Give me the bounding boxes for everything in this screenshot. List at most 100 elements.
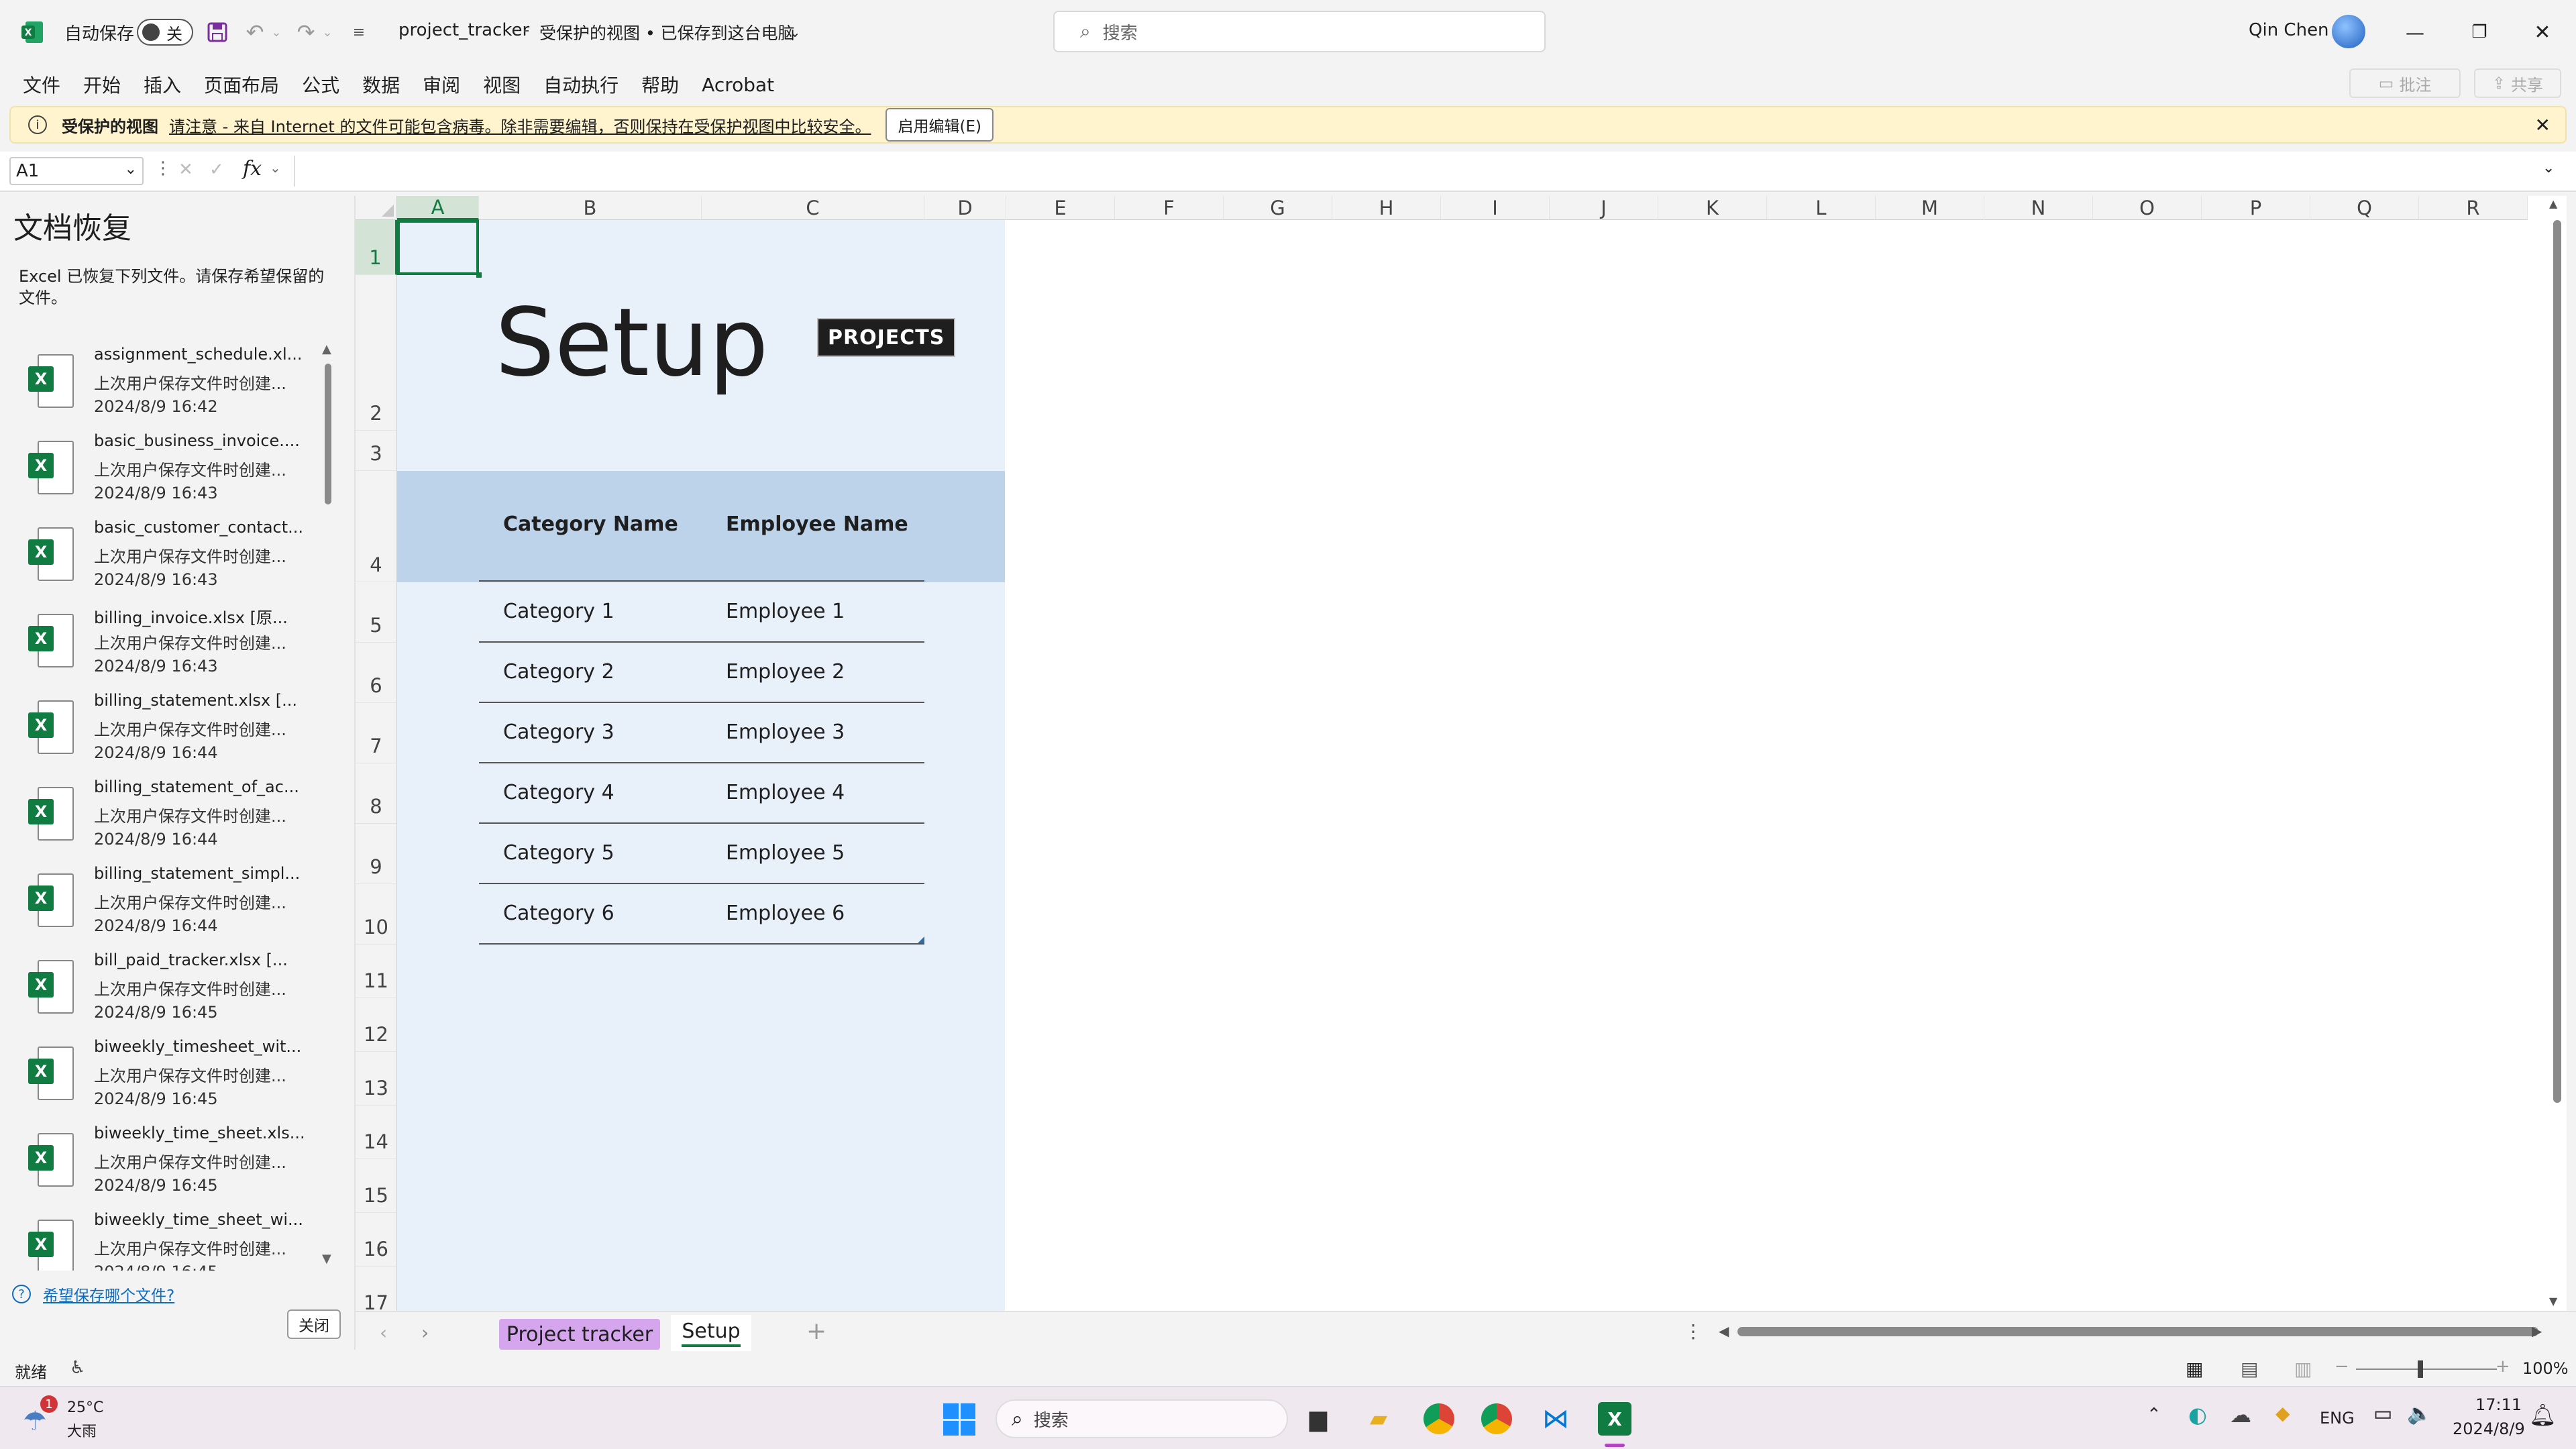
column-header[interactable]: J xyxy=(1550,196,1658,220)
document-status[interactable]: 受保护的视图 • 已保存到这台电脑 xyxy=(539,20,795,44)
column-header[interactable]: C xyxy=(702,196,924,220)
vertical-scrollbar-thumb[interactable] xyxy=(2553,220,2561,1103)
recovered-file-item[interactable]: Xbilling_statement.xlsx [... 上次用户保存文件时创建.… xyxy=(0,691,322,777)
table-resize-handle[interactable] xyxy=(918,936,924,943)
tray-app-icon[interactable]: ◆ xyxy=(2275,1402,2290,1424)
row-header[interactable]: 2 xyxy=(356,275,397,431)
prev-sheet-icon[interactable]: ‹ xyxy=(380,1322,387,1344)
scroll-left-icon[interactable]: ◀ xyxy=(1719,1323,1729,1339)
row-header[interactable]: 5 xyxy=(356,582,397,643)
menu-item[interactable]: Acrobat xyxy=(702,74,774,96)
select-all-corner[interactable] xyxy=(356,196,397,220)
row-header[interactable]: 4 xyxy=(356,471,397,582)
recovered-file-item[interactable]: Xbilling_statement_simpl... 上次用户保存文件时创建..… xyxy=(0,864,322,951)
volume-icon[interactable]: 🔈 xyxy=(2407,1402,2432,1426)
selected-cell-a1[interactable] xyxy=(397,220,479,275)
normal-view-icon[interactable]: ▦ xyxy=(2186,1358,2203,1380)
row-header[interactable]: 14 xyxy=(356,1106,397,1159)
tab-project-tracker[interactable]: Project tracker xyxy=(499,1319,660,1350)
row-header[interactable]: 12 xyxy=(356,998,397,1052)
column-header[interactable]: H xyxy=(1332,196,1441,220)
more-options-icon[interactable]: ⋮ xyxy=(1684,1320,1703,1342)
column-header[interactable]: L xyxy=(1767,196,1876,220)
row-header[interactable]: 7 xyxy=(356,703,397,763)
column-header[interactable]: R xyxy=(2419,196,2528,220)
column-header[interactable]: M xyxy=(1876,196,1984,220)
scroll-down-icon[interactable]: ▼ xyxy=(322,1252,331,1266)
tab-setup[interactable]: Setup xyxy=(671,1315,751,1351)
function-icon[interactable]: fx xyxy=(243,157,262,180)
name-box[interactable]: A1 ⌄ xyxy=(9,157,144,185)
column-header[interactable]: I xyxy=(1441,196,1550,220)
menu-item[interactable]: 审阅 xyxy=(423,71,460,98)
row-header[interactable]: 3 xyxy=(356,431,397,471)
scroll-up-icon[interactable]: ▲ xyxy=(322,342,331,356)
document-title[interactable]: project_tracker xyxy=(398,20,529,40)
menu-item[interactable]: 自动执行 xyxy=(543,71,619,98)
close-icon[interactable]: ✕ xyxy=(2522,16,2563,48)
row-header[interactable]: 17 xyxy=(356,1267,397,1311)
undo-icon[interactable]: ↶ xyxy=(241,19,268,46)
search-box[interactable]: ⌕ 搜索 xyxy=(1053,11,1546,52)
onedrive-icon[interactable]: ☁ xyxy=(2230,1402,2251,1428)
column-header[interactable]: D xyxy=(924,196,1006,220)
column-header[interactable]: Q xyxy=(2310,196,2419,220)
row-header[interactable]: 10 xyxy=(356,884,397,945)
recovered-file-item[interactable]: Xbasic_customer_contact... 上次用户保存文件时创建...… xyxy=(0,518,322,604)
customize-toolbar-icon[interactable]: ≡ xyxy=(349,20,369,44)
table-row[interactable]: Category 1 Employee 1 xyxy=(479,582,924,643)
row-header[interactable]: 1 xyxy=(356,220,397,275)
menu-item[interactable]: 插入 xyxy=(144,71,181,98)
excel-taskbar-icon[interactable]: X xyxy=(1598,1402,1631,1436)
display-icon[interactable]: ▭ xyxy=(2373,1402,2392,1426)
recovered-file-item[interactable]: Xbasic_business_invoice.... 上次用户保存文件时创建..… xyxy=(0,431,322,518)
help-link[interactable]: ? 希望保存哪个文件? xyxy=(12,1283,174,1305)
menu-item[interactable]: 数据 xyxy=(362,71,400,98)
comments-button[interactable]: ▭ 批注 xyxy=(2349,68,2461,98)
table-row[interactable]: Category 6 Employee 6 xyxy=(479,884,924,945)
table-row[interactable]: Category 5 Employee 5 xyxy=(479,824,924,884)
recovered-file-item[interactable]: Xbiweekly_time_sheet.xls... 上次用户保存文件时创建..… xyxy=(0,1124,322,1210)
menu-item[interactable]: 页面布局 xyxy=(204,71,279,98)
table-row[interactable]: Category 2 Employee 2 xyxy=(479,643,924,703)
chevron-down-icon[interactable]: ⌄ xyxy=(125,161,137,178)
recovered-file-item[interactable]: Xbiweekly_timesheet_wit... 上次用户保存文件时创建...… xyxy=(0,1037,322,1124)
chevron-down-icon[interactable]: ⌄ xyxy=(785,20,805,44)
restore-icon[interactable]: ❐ xyxy=(2459,16,2500,48)
menu-item[interactable]: 文件 xyxy=(23,71,60,98)
scroll-up-icon[interactable]: ▲ xyxy=(2549,197,2557,210)
zoom-in-icon[interactable]: + xyxy=(2496,1356,2510,1377)
row-header[interactable]: 8 xyxy=(356,763,397,824)
row-header[interactable]: 11 xyxy=(356,945,397,998)
weather-widget[interactable]: ☂ 1 25°C 大雨 xyxy=(23,1395,117,1441)
column-header[interactable]: E xyxy=(1006,196,1115,220)
formula-input[interactable] xyxy=(294,156,2534,186)
menu-item[interactable]: 视图 xyxy=(483,71,521,98)
chevron-down-icon[interactable]: ⌄ xyxy=(270,20,283,44)
page-layout-view-icon[interactable]: ▤ xyxy=(2241,1358,2258,1380)
clock-time[interactable]: 17:11 xyxy=(2475,1395,2522,1414)
column-header[interactable]: A xyxy=(397,196,479,220)
column-header[interactable]: P xyxy=(2202,196,2310,220)
chrome-icon[interactable] xyxy=(1481,1403,1512,1434)
menu-item[interactable]: 开始 xyxy=(83,71,121,98)
row-header[interactable]: 13 xyxy=(356,1052,397,1106)
scroll-right-icon[interactable]: ▶ xyxy=(2532,1323,2542,1339)
column-header[interactable]: O xyxy=(2093,196,2202,220)
zoom-level[interactable]: 100% xyxy=(2522,1359,2569,1378)
worksheet-grid[interactable]: ABCDEFGHIJKLMNOPQR 1 2 3 4 5 6 7 8 9 10 11 12 13 14 15… xyxy=(356,196,2567,1311)
horizontal-scrollbar-thumb[interactable] xyxy=(1737,1327,2538,1336)
minimize-icon[interactable]: — xyxy=(2395,16,2435,48)
column-header[interactable]: F xyxy=(1115,196,1224,220)
more-options-icon[interactable]: ⋮ xyxy=(154,158,172,178)
language-indicator[interactable]: ENG xyxy=(2320,1409,2355,1428)
expand-formula-icon[interactable]: ⌄ xyxy=(2542,160,2555,176)
add-sheet-icon[interactable]: + xyxy=(806,1318,826,1345)
clock-date[interactable]: 2024/8/9 xyxy=(2453,1419,2525,1438)
column-header[interactable]: K xyxy=(1658,196,1767,220)
column-header[interactable]: G xyxy=(1224,196,1332,220)
recovered-file-item[interactable]: Xbiweekly_time_sheet_wi... 上次用户保存文件时创建...… xyxy=(0,1210,322,1271)
recovered-file-item[interactable]: Xbill_paid_tracker.xlsx [... 上次用户保存文件时创建.… xyxy=(0,951,322,1037)
show-hidden-icons-icon[interactable]: ⌃ xyxy=(2147,1405,2161,1425)
scroll-down-icon[interactable]: ▼ xyxy=(2549,1295,2557,1307)
